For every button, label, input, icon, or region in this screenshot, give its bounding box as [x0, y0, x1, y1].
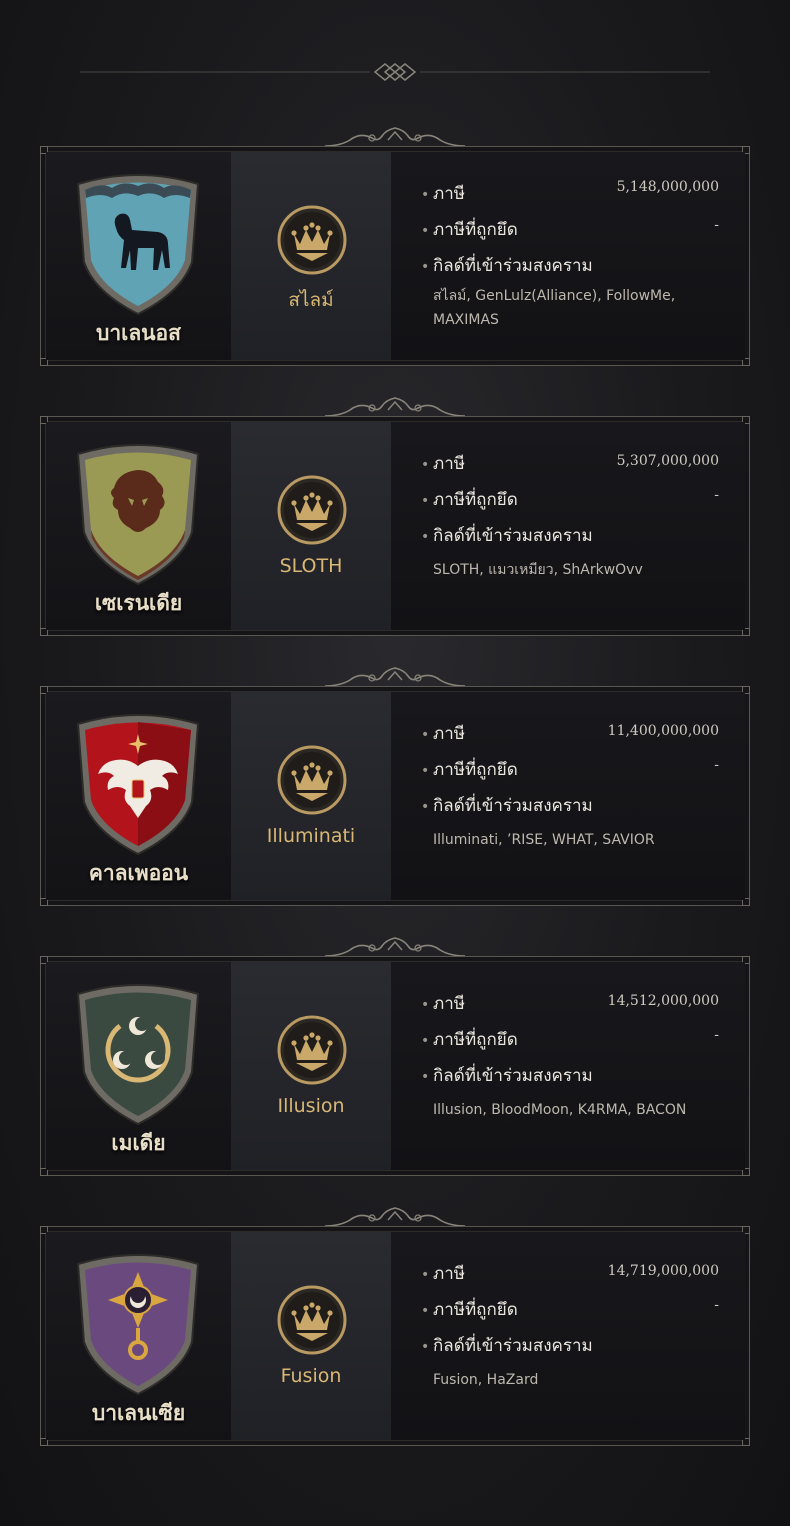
- occupying-guild-name: SLOTH: [279, 555, 343, 577]
- participating-guilds-label: กิลด์ที่เข้าร่วมสงคราม: [433, 796, 593, 816]
- crest-panel: คาลเพออน: [46, 692, 231, 900]
- tax-value: 14,719,000,000: [607, 1263, 719, 1279]
- horse-icon: [76, 174, 200, 316]
- eye-sun-icon: [76, 1254, 200, 1396]
- lion-icon: [76, 444, 200, 586]
- occupying-guild-panel: สไลม์: [231, 152, 391, 360]
- participating-guilds-label: กิลด์ที่เข้าร่วมสงคราม: [433, 1336, 593, 1356]
- info-panel: • ภาษี 14,719,000,000 • ภาษีที่ถูกยึด - • ก…: [391, 1232, 745, 1440]
- info-panel: • ภาษี 5,148,000,000 • ภาษีที่ถูกยึด - • กิ…: [391, 152, 745, 360]
- tax-label: ภาษี: [433, 724, 465, 744]
- crown-icon: [276, 1284, 348, 1356]
- seized-tax-value: -: [714, 757, 719, 773]
- territory-name: บาเลนเซีย: [91, 1400, 186, 1425]
- participating-guilds-list: Illusion, BloodMoon, K4RMA, BACON: [433, 1102, 687, 1118]
- occupying-guild-panel: Illusion: [231, 962, 391, 1170]
- crest-panel: บาเลนอส: [46, 152, 231, 360]
- occupying-guild-name: Fusion: [280, 1365, 342, 1387]
- crown-icon: [276, 744, 348, 816]
- seized-tax-value: -: [714, 1297, 719, 1313]
- tax-value: 5,148,000,000: [616, 179, 719, 195]
- seized-tax-value: -: [714, 487, 719, 503]
- seized-tax-value: -: [714, 1027, 719, 1043]
- participating-guilds-list: สไลม์, GenLulz(Alliance), FollowMe, MAXI…: [433, 288, 676, 328]
- info-panel: • ภาษี 5,307,000,000 • ภาษีที่ถูกยึด - • กิ…: [391, 422, 745, 630]
- crest-panel: บาเลนเซีย: [46, 1232, 231, 1440]
- territory-name: คาลเพออน: [88, 860, 189, 885]
- territory-card: เมเดีย Illusion • ภาษี 14,512,000,000 • ภา…: [40, 956, 750, 1176]
- tax-value: 11,400,000,000: [607, 723, 719, 739]
- territory-card: เซเรนเดีย SLOTH • ภาษี 5,307,000,000 • ภาษ…: [40, 416, 750, 636]
- participating-guilds-label: กิลด์ที่เข้าร่วมสงคราม: [433, 1066, 593, 1086]
- crest-panel: เมเดีย: [46, 962, 231, 1170]
- territory-name: บาเลนอส: [96, 320, 181, 345]
- tax-value: 5,307,000,000: [616, 453, 719, 469]
- occupying-guild-name: สไลม์: [288, 289, 334, 311]
- territory-card: คาลเพออน Illuminati • ภาษี 11,400,000,000…: [40, 686, 750, 906]
- occupying-guild-panel: Illuminati: [231, 692, 391, 900]
- crown-icon: [276, 204, 348, 276]
- territory-name: เมเดีย: [111, 1130, 166, 1155]
- occupying-guild-panel: SLOTH: [231, 422, 391, 630]
- territory-card: บาเลนอส สไลม์ • ภาษี 5,148,000,000 • ภาษีท…: [40, 146, 750, 366]
- seized-tax-label: ภาษีที่ถูกยึด: [433, 760, 518, 780]
- tax-label: ภาษี: [433, 454, 465, 474]
- seized-tax-value: -: [714, 217, 719, 233]
- info-panel: • ภาษี 14,512,000,000 • ภาษีที่ถูกยึด - • ก…: [391, 962, 745, 1170]
- participating-guilds-list: Fusion, HaZard: [433, 1372, 539, 1388]
- occupying-guild-name: Illusion: [277, 1095, 345, 1117]
- tax-label: ภาษี: [433, 184, 465, 204]
- eagle-icon: [76, 714, 200, 856]
- top-divider: [80, 63, 710, 81]
- territory-card: บาเลนเซีย Fusion • ภาษี 14,719,000,000 • ภ…: [40, 1226, 750, 1446]
- crown-icon: [276, 1014, 348, 1086]
- territory-name: เซเรนเดีย: [94, 590, 183, 615]
- participating-guilds-label: กิลด์ที่เข้าร่วมสงคราม: [433, 526, 593, 546]
- crescent-moons-icon: [76, 984, 200, 1126]
- seized-tax-label: ภาษีที่ถูกยึด: [433, 1030, 518, 1050]
- tax-label: ภาษี: [433, 994, 465, 1014]
- occupying-guild-name: Illuminati: [266, 825, 356, 847]
- info-panel: • ภาษี 11,400,000,000 • ภาษีที่ถูกยึด - • ก…: [391, 692, 745, 900]
- seized-tax-label: ภาษีที่ถูกยึด: [433, 1300, 518, 1320]
- tax-value: 14,512,000,000: [607, 993, 719, 1009]
- occupying-guild-panel: Fusion: [231, 1232, 391, 1440]
- seized-tax-label: ภาษีที่ถูกยึด: [433, 490, 518, 510]
- participating-guilds-list: SLOTH, แมวเหมียว, ShArkwOvv: [433, 562, 643, 578]
- crest-panel: เซเรนเดีย: [46, 422, 231, 630]
- participating-guilds-label: กิลด์ที่เข้าร่วมสงคราม: [433, 256, 593, 276]
- seized-tax-label: ภาษีที่ถูกยึด: [433, 220, 518, 240]
- crown-icon: [276, 474, 348, 546]
- tax-label: ภาษี: [433, 1264, 465, 1284]
- participating-guilds-list: Illuminati, ’RISE, WHAT, SAVIOR: [433, 832, 655, 848]
